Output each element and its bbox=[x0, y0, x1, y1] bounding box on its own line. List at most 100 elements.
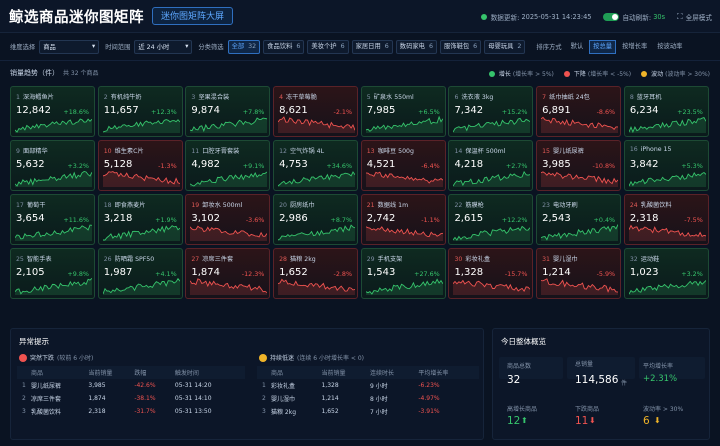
card-index: 3 bbox=[191, 94, 196, 101]
time-range-select[interactable]: 近 24 小时 ▾ bbox=[134, 39, 193, 54]
category-pill[interactable]: 美妆个护 6 bbox=[307, 39, 349, 54]
category-pill[interactable]: 数码家电 6 bbox=[395, 39, 437, 54]
product-card[interactable]: 27 凉席三件套 1,874 -12.3% bbox=[185, 248, 271, 299]
big-screen-tab[interactable]: 迷你图矩阵大屏 bbox=[152, 7, 234, 25]
sparkline bbox=[15, 224, 92, 241]
sparkline bbox=[628, 171, 706, 187]
legend-name: 波动 bbox=[651, 71, 664, 78]
category-pill[interactable]: 食品饮料 6 bbox=[263, 39, 305, 54]
product-card[interactable]: 15 婴儿纸尿裤 3,985 -10.8% bbox=[536, 140, 622, 191]
anomaly-panel: 异常提示 突然下跌 (较前 6 小时) 持续低迷 (连续 6 小时增长率 < 0) … bbox=[10, 328, 484, 440]
product-card[interactable]: 3 坚果混合装 9,874 +7.8% bbox=[185, 86, 271, 137]
sparkline bbox=[453, 117, 531, 133]
table-cell: 05-31 13:50 bbox=[174, 408, 212, 415]
sparkline bbox=[365, 278, 443, 295]
product-card[interactable]: 1 深海鳕鱼片 12,842 +18.6% bbox=[10, 86, 95, 137]
total-sales: 114,586 bbox=[575, 374, 619, 386]
table-cell: 凉席三件套 bbox=[31, 396, 62, 403]
auto-refresh-toggle[interactable]: 自动刷新: 30s bbox=[603, 12, 665, 22]
product-card[interactable]: 30 彩妆礼盒 1,328 -15.7% bbox=[448, 248, 534, 299]
legend-desc: (增长率 < -5%) bbox=[587, 71, 632, 78]
card-name-text: 蓝牙耳机 bbox=[636, 94, 662, 101]
chevron-down-icon: ▾ bbox=[185, 43, 189, 50]
table-row[interactable]: 3 猫粮 2kg 1,652 7 小时 -3.91% bbox=[257, 405, 479, 418]
table-row[interactable]: 3 乳酸菌饮料 2,318 -31.7% 05-31 13:50 bbox=[17, 405, 245, 418]
product-card[interactable]: 32 运动鞋 1,023 +3.2% bbox=[623, 248, 709, 299]
sort-button[interactable]: 按总量 bbox=[589, 39, 617, 54]
fullscreen-icon: ⛶ bbox=[677, 11, 683, 21]
card-index: 22 bbox=[454, 202, 463, 209]
product-card[interactable]: 23 电动牙刷 2,543 +0.4% bbox=[536, 194, 622, 245]
table-row[interactable]: 1 婴儿纸尿裤 3,985 -42.6% 05-31 14:20 bbox=[17, 379, 245, 392]
status-dot-icon bbox=[480, 13, 487, 20]
sort-button[interactable]: 默认 bbox=[567, 40, 588, 54]
card-index: 19 bbox=[191, 202, 200, 209]
product-card[interactable]: 28 猫粮 2kg 1,652 -2.8% bbox=[273, 248, 359, 299]
category-pill[interactable]: 服饰鞋包 6 bbox=[439, 39, 482, 54]
volatile-count: 6 bbox=[643, 415, 650, 427]
card-name-text: 数据线 1m bbox=[377, 202, 409, 209]
avg-growth: +2.31% bbox=[643, 374, 678, 384]
product-card[interactable]: 17 葡萄干 3,654 +11.6% bbox=[10, 194, 95, 245]
card-name-text: 面部精华 bbox=[22, 148, 48, 155]
product-card[interactable]: 26 防晒霜 SPF50 1,987 +4.1% bbox=[97, 248, 183, 299]
category-label: 全部 bbox=[231, 42, 245, 50]
sparkline-area bbox=[453, 171, 531, 187]
product-card[interactable]: 31 婴儿湿巾 1,214 -5.9% bbox=[536, 248, 622, 299]
product-card[interactable]: 13 咖啡豆 500g 4,521 -6.4% bbox=[360, 140, 446, 191]
table-row[interactable]: 2 婴儿湿巾 1,214 8 小时 -4.97% bbox=[257, 392, 479, 405]
card-index: 10 bbox=[103, 148, 112, 155]
card-name: 27 凉席三件套 bbox=[191, 254, 233, 263]
product-card[interactable]: 4 冻干草莓脆 8,621 -2.1% bbox=[273, 86, 359, 137]
legend-dot-icon bbox=[563, 70, 570, 77]
card-name-text: 葡萄干 bbox=[26, 202, 46, 209]
product-card[interactable]: 6 洗衣液 3kg 7,342 +15.2% bbox=[448, 86, 534, 137]
table-row[interactable]: 2 凉席三件套 1,874 -38.1% 05-31 14:10 bbox=[17, 392, 245, 405]
sort-button[interactable]: 按增长率 bbox=[618, 40, 651, 54]
category-pill[interactable]: 全部 32 bbox=[227, 39, 261, 54]
card-name-text: 凉席三件套 bbox=[202, 256, 234, 263]
product-card[interactable]: 11 口腔牙膏套装 4,982 +9.1% bbox=[185, 140, 271, 191]
product-card[interactable]: 24 乳酸菌饮料 2,318 -7.5% bbox=[623, 194, 709, 245]
category-pill[interactable]: 家居日用 6 bbox=[351, 39, 393, 54]
dimension-select[interactable]: 商品 ▾ bbox=[39, 39, 100, 54]
card-name: 3 坚果混合装 bbox=[191, 92, 229, 101]
product-card[interactable]: 21 数据线 1m 2,742 -1.1% bbox=[360, 194, 446, 245]
slow-label: 持续低迷 (连续 6 小时增长率 < 0) bbox=[259, 353, 364, 362]
product-card[interactable]: 25 智能手表 2,105 +9.8% bbox=[10, 248, 95, 299]
product-card[interactable]: 7 纸巾抽纸 24包 6,891 -8.6% bbox=[536, 86, 622, 137]
product-card[interactable]: 29 手机支架 1,543 +27.6% bbox=[360, 248, 446, 299]
category-pill[interactable]: 母婴玩具 2 bbox=[484, 39, 526, 54]
product-card[interactable]: 12 空气炸锅 4L 4,753 +34.6% bbox=[273, 140, 359, 191]
arrow-up-icon: ⬆ bbox=[521, 416, 528, 425]
product-card[interactable]: 20 厨房纸巾 2,986 +8.7% bbox=[273, 194, 359, 245]
product-card[interactable]: 8 蓝牙耳机 6,234 +23.5% bbox=[623, 86, 709, 137]
sparkline bbox=[278, 278, 356, 295]
product-card[interactable]: 19 卸妆水 500ml 3,102 -3.6% bbox=[185, 194, 271, 245]
header: 鲸选商品迷你图矩阵 迷你图矩阵大屏 数据更新: 2025-05-31 14:23… bbox=[0, 0, 720, 33]
product-card[interactable]: 10 维生素C片 5,128 -1.3% bbox=[97, 140, 183, 191]
product-card[interactable]: 18 即食燕麦片 3,218 +1.9% bbox=[97, 194, 183, 245]
section-title: 销量趋势（件） bbox=[10, 69, 59, 77]
category-count: 32 bbox=[248, 42, 257, 50]
product-card[interactable]: 16 iPhone 15 3,842 +5.3% bbox=[623, 140, 709, 191]
product-card[interactable]: 22 筋膜枪 2,615 +12.2% bbox=[448, 194, 534, 245]
table-cell: 1 bbox=[262, 382, 266, 389]
table-cell: -3.91% bbox=[418, 408, 440, 415]
card-index: 2 bbox=[103, 94, 108, 101]
table-row[interactable]: 1 彩妆礼盒 1,328 9 小时 -6.23% bbox=[257, 379, 479, 392]
toggle-switch-icon[interactable] bbox=[603, 12, 620, 21]
table-cell: 2 bbox=[22, 395, 26, 402]
sort-button[interactable]: 按波动率 bbox=[653, 40, 686, 54]
sparkline bbox=[15, 171, 92, 187]
sparkline bbox=[102, 171, 180, 187]
sparkline bbox=[190, 225, 268, 241]
sparkline-area bbox=[15, 171, 92, 187]
product-card[interactable]: 5 矿泉水 550ml 7,985 +6.5% bbox=[360, 86, 446, 137]
product-card[interactable]: 2 有机纯牛奶 11,657 +12.3% bbox=[97, 86, 183, 137]
product-card[interactable]: 9 面部精华 5,632 +3.2% bbox=[10, 140, 95, 191]
product-card[interactable]: 14 保温杯 500ml 4,218 +2.7% bbox=[448, 140, 534, 191]
card-name: 24 乳酸菌饮料 bbox=[630, 200, 672, 209]
fullscreen-button[interactable]: ⛶ 全屏模式 bbox=[677, 12, 712, 22]
card-name: 28 猫粮 2kg bbox=[279, 254, 316, 263]
